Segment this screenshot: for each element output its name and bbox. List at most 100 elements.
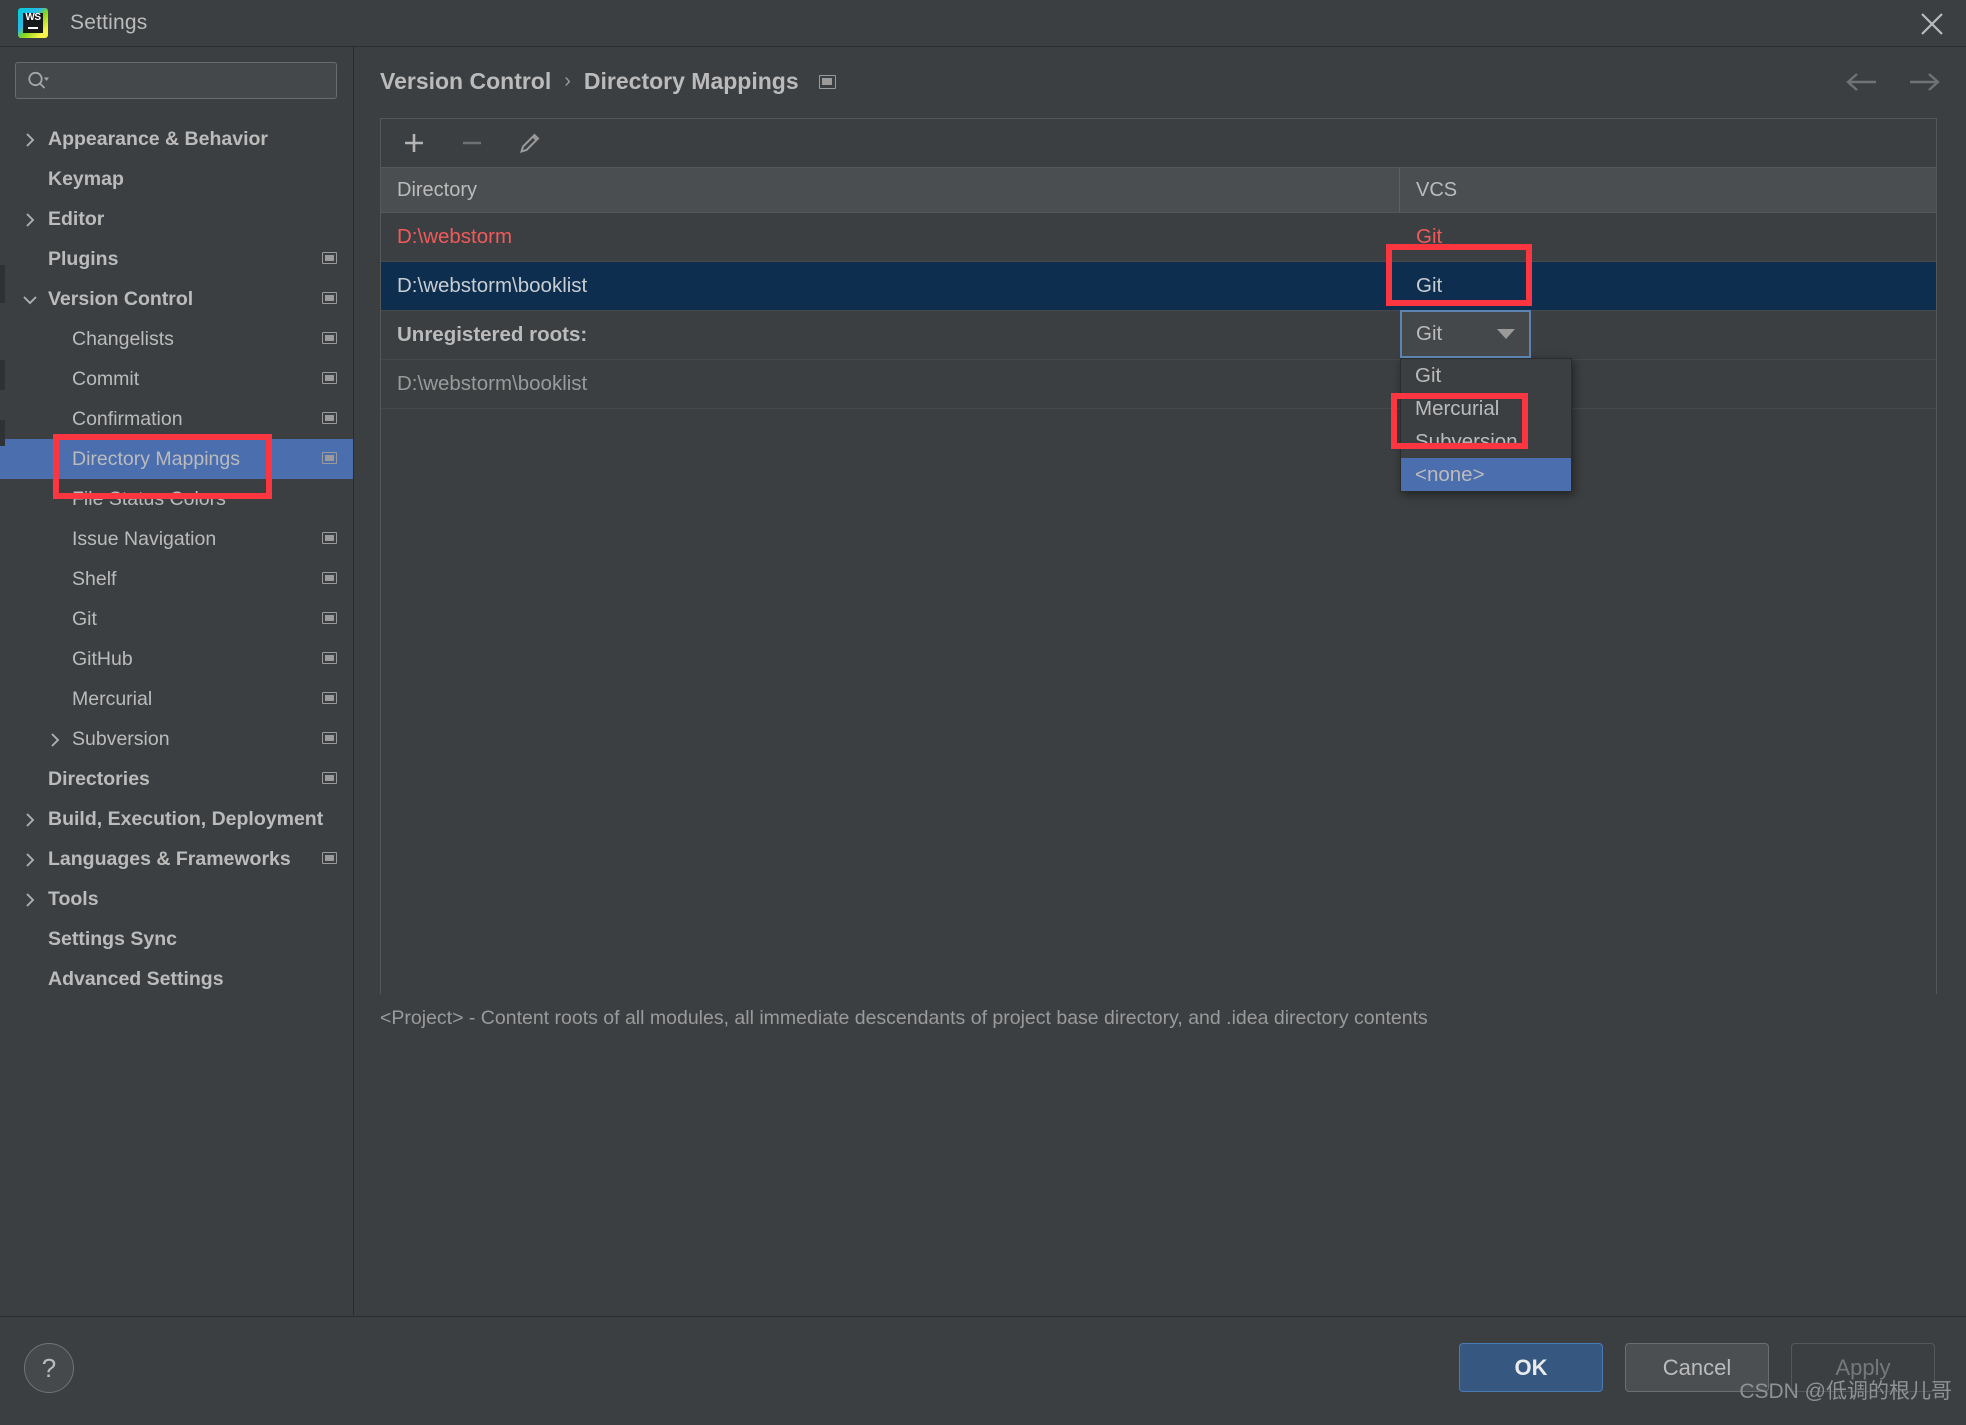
sidebar-item-label: Keymap	[48, 167, 124, 190]
sidebar-item-subversion[interactable]: Subversion	[0, 719, 353, 759]
breadcrumb-parent[interactable]: Version Control	[380, 68, 551, 95]
chevron-right-icon[interactable]	[22, 891, 38, 907]
sidebar-item-settings-sync[interactable]: Settings Sync	[0, 919, 353, 959]
vcs-combo-box[interactable]: Git	[1400, 310, 1531, 358]
chevron-right-icon[interactable]	[47, 731, 63, 747]
pencil-icon[interactable]	[513, 126, 547, 160]
breadcrumb: Version Control › Directory Mappings	[380, 68, 836, 95]
chevron-right-icon[interactable]	[22, 811, 38, 827]
monitor-icon	[322, 372, 337, 384]
sidebar-item-label: Settings Sync	[48, 927, 177, 950]
sidebar-item-label: Appearance & Behavior	[48, 127, 268, 150]
vcs-combo-value: Git	[1416, 322, 1443, 345]
sidebar-item-label: Version Control	[48, 287, 194, 310]
sidebar-item-github[interactable]: GitHub	[0, 639, 353, 679]
chevron-right-icon[interactable]	[22, 851, 38, 867]
monitor-icon	[322, 652, 337, 664]
table-row[interactable]: D:\webstorm\booklist	[381, 360, 1936, 409]
sidebar-item-keymap[interactable]: Keymap	[0, 159, 353, 199]
cell-vcs: Git	[1416, 225, 1443, 248]
sidebar-item-label: Languages & Frameworks	[48, 847, 291, 870]
sidebar-item-directory-mappings[interactable]: Directory Mappings	[0, 439, 353, 479]
arrow-right-icon[interactable]	[1904, 69, 1944, 100]
background-window-sliver	[0, 420, 5, 446]
title-bar: WS Settings	[0, 0, 1966, 47]
settings-tree: Appearance & Behavior Keymap Editor Plugins…	[0, 119, 353, 999]
sidebar-item-label: Directory Mappings	[72, 447, 240, 470]
sidebar-item-advanced-settings[interactable]: Advanced Settings	[0, 959, 353, 999]
sidebar-item-label: Confirmation	[72, 407, 183, 430]
sidebar-item-shelf[interactable]: Shelf	[0, 559, 353, 599]
cell-directory: D:\webstorm\booklist	[397, 372, 588, 395]
monitor-icon	[818, 74, 836, 89]
monitor-icon	[322, 252, 337, 264]
sidebar-item-plugins[interactable]: Plugins	[0, 239, 353, 279]
monitor-icon	[322, 292, 337, 304]
monitor-icon	[322, 612, 337, 624]
sidebar-item-tools[interactable]: Tools	[0, 879, 353, 919]
search-input[interactable]	[15, 62, 337, 99]
sidebar-item-label: Build, Execution, Deployment	[48, 807, 324, 830]
directory-mappings-table: Directory VCS D:\webstorm Git D:\webstorm\…	[380, 118, 1937, 994]
main-panel: Version Control › Directory Mappings Dir…	[354, 47, 1966, 1315]
sidebar-item-label: Commit	[72, 367, 140, 390]
vcs-dropdown-list: Git Mercurial Subversion <none>	[1400, 358, 1572, 492]
sidebar-item-languages-frameworks[interactable]: Languages & Frameworks	[0, 839, 353, 879]
window-title: Settings	[70, 11, 148, 34]
chevron-right-icon[interactable]	[22, 211, 38, 227]
sidebar-item-build-execution-deployment[interactable]: Build, Execution, Deployment	[0, 799, 353, 839]
monitor-icon	[322, 852, 337, 864]
chevron-down-icon	[1497, 329, 1515, 339]
vcs-option-none[interactable]: <none>	[1401, 458, 1571, 491]
vcs-option-git[interactable]: Git	[1401, 359, 1571, 392]
sidebar-item-directories[interactable]: Directories	[0, 759, 353, 799]
cell-directory: Unregistered roots:	[397, 323, 588, 346]
sidebar-item-confirmation[interactable]: Confirmation	[0, 399, 353, 439]
monitor-icon	[322, 412, 337, 424]
monitor-icon	[322, 572, 337, 584]
vcs-option-mercurial[interactable]: Mercurial	[1401, 392, 1571, 425]
monitor-icon	[322, 692, 337, 704]
table-row[interactable]: D:\webstorm Git	[381, 213, 1936, 262]
chevron-right-icon[interactable]	[22, 131, 38, 147]
ok-button[interactable]: OK	[1459, 1343, 1603, 1392]
sidebar-item-label: Subversion	[72, 727, 170, 750]
sidebar-item-label: Issue Navigation	[72, 527, 217, 550]
navigation-arrows	[1842, 69, 1944, 100]
sidebar-item-mercurial[interactable]: Mercurial	[0, 679, 353, 719]
help-button[interactable]: ?	[24, 1343, 74, 1393]
monitor-icon	[322, 532, 337, 544]
search-icon	[27, 71, 49, 96]
sidebar-item-file-status-colors[interactable]: File Status Colors	[0, 479, 353, 519]
vcs-option-subversion[interactable]: Subversion	[1401, 425, 1571, 458]
sidebar-item-commit[interactable]: Commit	[0, 359, 353, 399]
breadcrumb-separator: ›	[564, 70, 571, 92]
table-row[interactable]: D:\webstorm\booklist Git	[381, 262, 1936, 311]
sidebar-item-label: Shelf	[72, 567, 117, 590]
sidebar-item-issue-navigation[interactable]: Issue Navigation	[0, 519, 353, 559]
sidebar-item-changelists[interactable]: Changelists	[0, 319, 353, 359]
table-row[interactable]: Unregistered roots:	[381, 311, 1936, 360]
sidebar-item-label: File Status Colors	[72, 487, 226, 510]
arrow-left-icon[interactable]	[1842, 69, 1882, 100]
monitor-icon	[322, 452, 337, 464]
sidebar-item-editor[interactable]: Editor	[0, 199, 353, 239]
column-header-vcs[interactable]: VCS	[1400, 168, 1936, 212]
sidebar-item-label: Directories	[48, 767, 150, 790]
settings-dialog: WS Settings Appearance & Behavior Keymap E	[0, 0, 1966, 1425]
watermark: CSDN @低调的根儿哥	[1739, 1380, 1952, 1403]
chevron-down-icon[interactable]	[22, 291, 38, 307]
monitor-icon	[322, 332, 337, 344]
sidebar-item-label: Advanced Settings	[48, 967, 224, 990]
sidebar-item-git[interactable]: Git	[0, 599, 353, 639]
minus-icon[interactable]	[455, 126, 489, 160]
column-header-directory[interactable]: Directory	[381, 168, 1400, 212]
sidebar-item-version-control[interactable]: Version Control	[0, 279, 353, 319]
plus-icon[interactable]	[397, 126, 431, 160]
sidebar-item-label: Editor	[48, 207, 105, 230]
table-body: D:\webstorm Git D:\webstorm\booklist Git Unr…	[381, 213, 1936, 994]
breadcrumb-current: Directory Mappings	[583, 68, 799, 94]
sidebar-item-appearance-behavior[interactable]: Appearance & Behavior	[0, 119, 353, 159]
close-icon[interactable]	[1916, 8, 1948, 40]
hint-text: <Project> - Content roots of all modules…	[380, 1007, 1428, 1029]
